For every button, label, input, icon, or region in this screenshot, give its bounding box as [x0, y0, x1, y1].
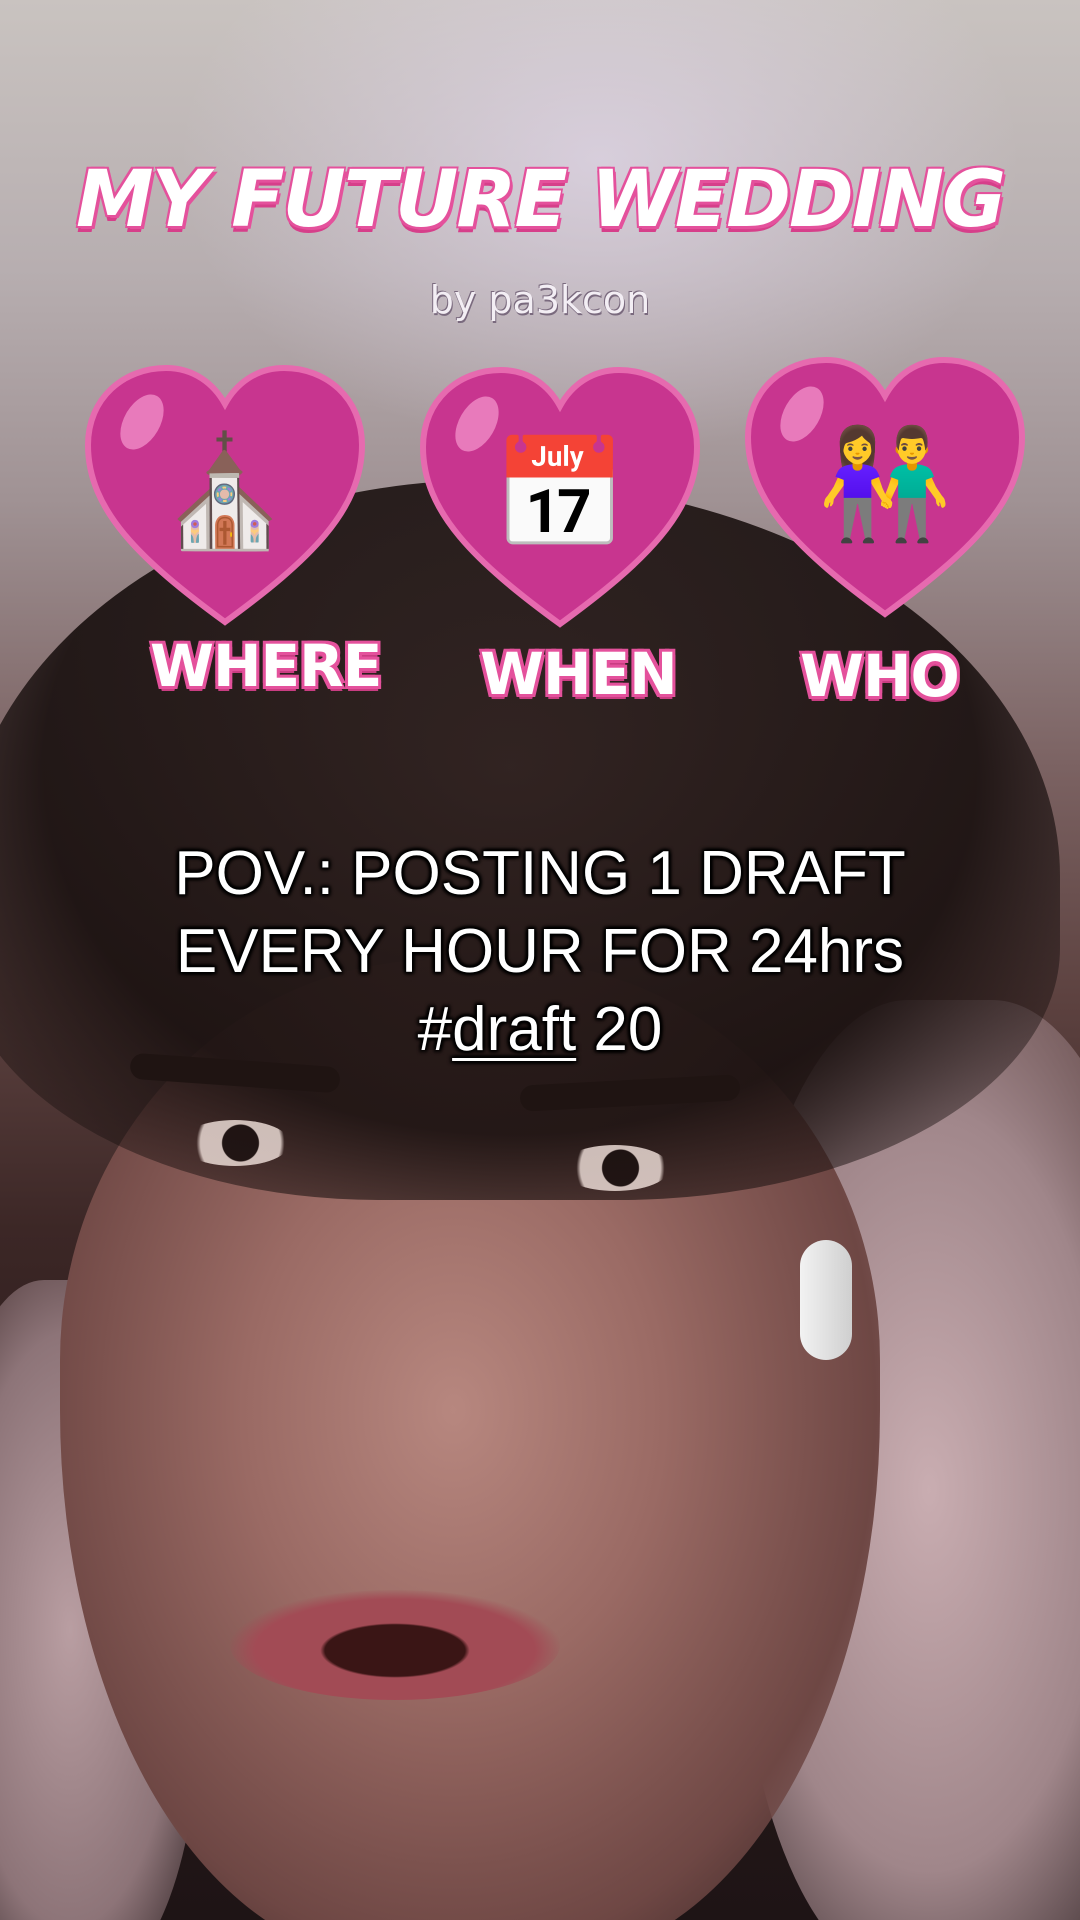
filter-title: MY FUTURE WEDDING: [75, 155, 1006, 245]
caption-line-2: EVERY HOUR FOR 24hrs: [175, 917, 905, 986]
video-caption: POV.: POSTING 1 DRAFT EVERY HOUR FOR 24h…: [40, 835, 1040, 1069]
caption-suffix: 20: [576, 995, 663, 1064]
caption-line-3: #draft 20: [40, 991, 1040, 1069]
label-who: WHO: [800, 642, 960, 710]
caption-line-1: POV.: POSTING 1 DRAFT: [174, 839, 906, 908]
calendar-icon: 📅: [492, 433, 628, 554]
heart-who: 👫: [740, 352, 1030, 642]
video-frame: MY FUTURE WEDDING by pa3kcon ⛪ 📅 👫 WHERE…: [0, 0, 1080, 1920]
left-eye: [180, 1120, 290, 1166]
church-icon: ⛪: [157, 431, 293, 552]
heart-where: ⛪: [80, 360, 370, 650]
hashtag-prefix: #: [417, 995, 453, 1064]
mouth: [230, 1590, 560, 1700]
hashtag-link[interactable]: draft: [452, 995, 576, 1064]
couple-icon: 👫: [817, 423, 953, 544]
label-when: WHEN: [480, 640, 678, 708]
filter-byline: by pa3kcon: [429, 278, 651, 322]
earbud: [800, 1240, 852, 1360]
heart-when: 📅: [415, 362, 705, 652]
label-where: WHERE: [150, 632, 382, 700]
right-eye: [560, 1145, 670, 1191]
